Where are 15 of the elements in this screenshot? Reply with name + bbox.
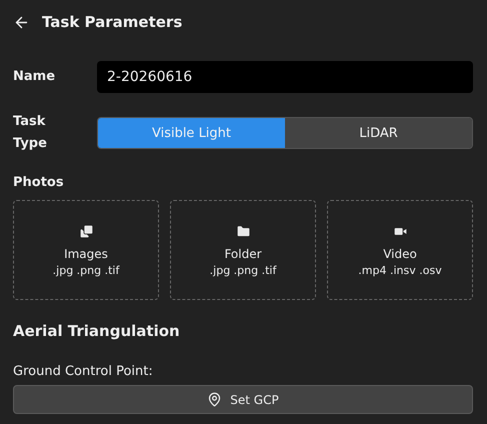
photo-source-card[interactable]: Folder .jpg .png .tif bbox=[170, 200, 316, 300]
location-pin-icon bbox=[207, 392, 222, 407]
task-type-label: Task Type bbox=[13, 113, 48, 153]
task-type-tab[interactable]: LiDAR bbox=[285, 118, 472, 148]
section-title: Aerial Triangulation bbox=[13, 322, 181, 340]
name-field[interactable]: 2-20260616 bbox=[97, 61, 473, 93]
photo-source-card[interactable]: Images .jpg .png .tif bbox=[13, 200, 159, 300]
name-label: Name bbox=[13, 68, 56, 86]
folder-icon bbox=[236, 224, 250, 238]
set-gcp-button[interactable]: Set GCP bbox=[13, 385, 473, 414]
photo-source-card[interactable]: Video .mp4 .insv .osv bbox=[327, 200, 473, 300]
gcp-label: Ground Control Point: bbox=[13, 364, 154, 379]
photos-label: Photos bbox=[13, 175, 65, 190]
page-title: Task Parameters bbox=[42, 13, 182, 31]
images-icon bbox=[78, 224, 94, 238]
